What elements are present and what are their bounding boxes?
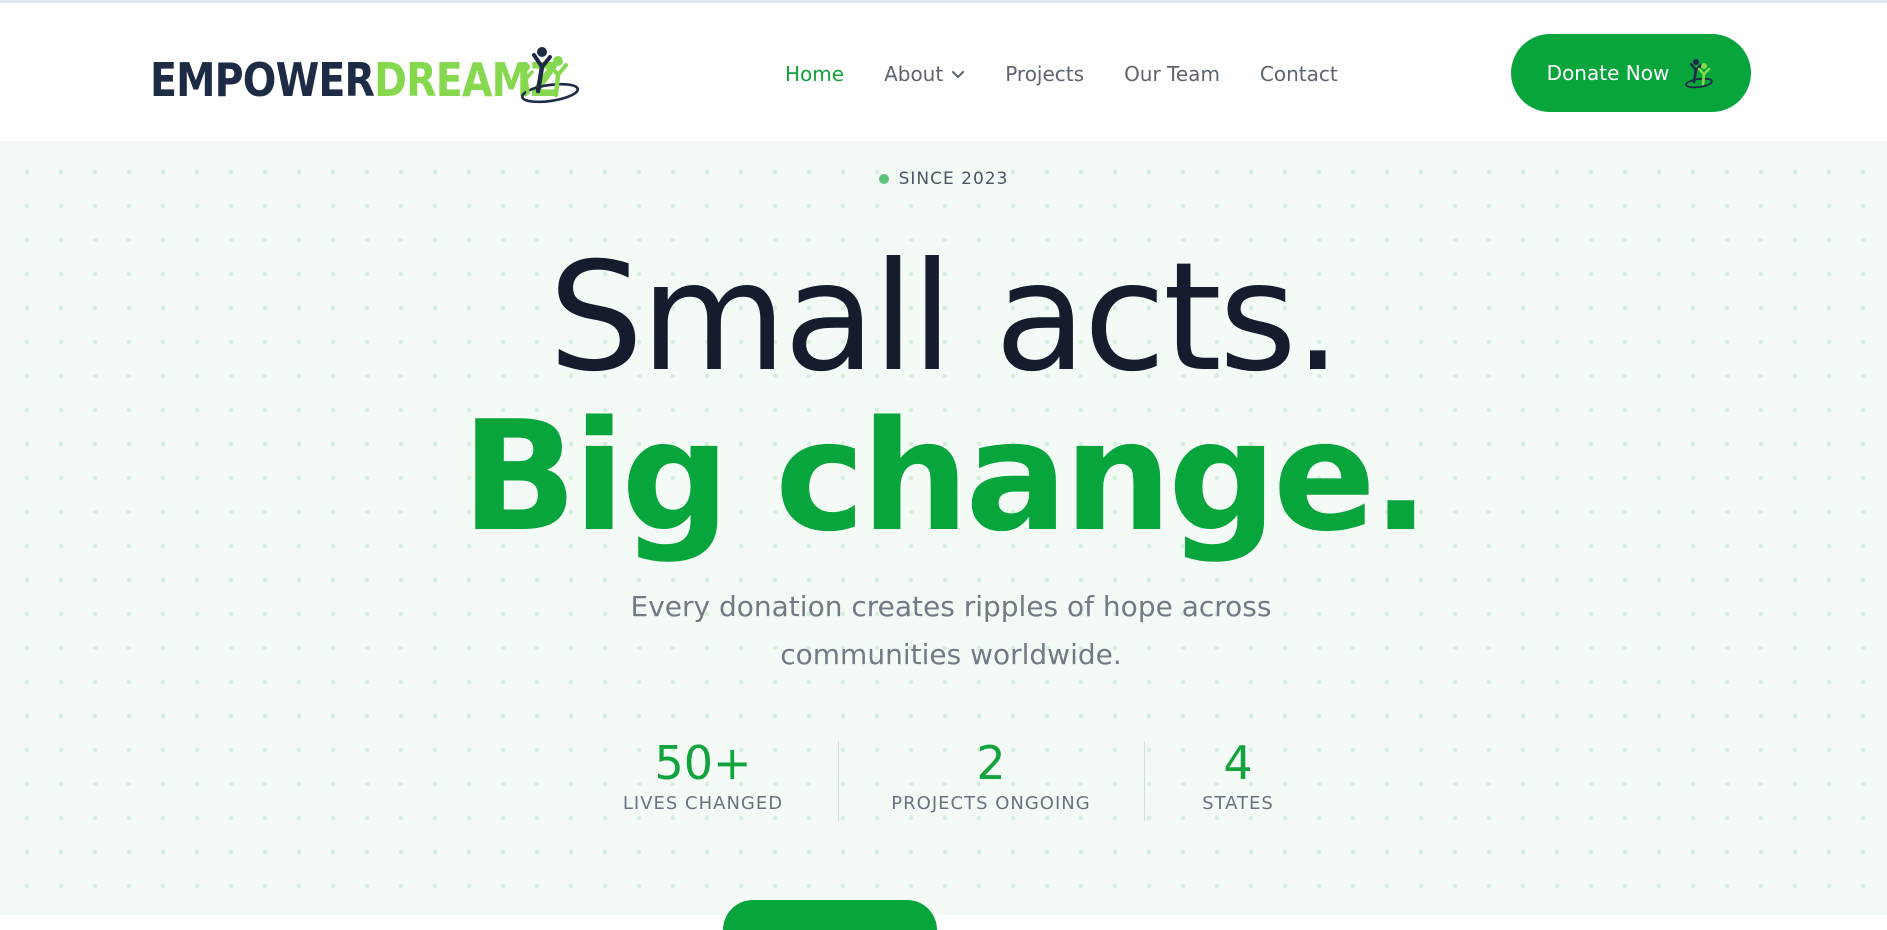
since-badge: SINCE 2023: [0, 169, 1887, 189]
hero-cta-button[interactable]: [723, 900, 937, 930]
nav-our-team[interactable]: Our Team: [1124, 59, 1220, 89]
main-nav: Home About Projects Our Team Contact: [785, 59, 1378, 89]
logo-people-icon: [519, 47, 580, 104]
people-icon: [1685, 59, 1714, 89]
hero-subtitle: Every donation creates ripples of hope a…: [630, 590, 1272, 671]
nav-about-label: About: [884, 62, 944, 86]
logo-text-empower: EMPOWER: [150, 53, 375, 107]
stat-lives-changed: 50+ LIVES CHANGED: [603, 737, 803, 817]
site-header: EMPOWERDREAMZ Home About Projects Our Te…: [0, 3, 1887, 143]
stat-value: 4: [1223, 736, 1253, 790]
status-dot-icon: [878, 174, 889, 184]
nav-projects[interactable]: Projects: [1005, 59, 1084, 89]
nav-about[interactable]: About: [884, 59, 965, 89]
stat-states: 4 STATES: [1178, 737, 1298, 817]
donate-now-button[interactable]: Donate Now: [1511, 34, 1751, 112]
stat-value: 50+: [654, 736, 752, 790]
stat-divider: [1144, 741, 1145, 821]
brand-logo[interactable]: EMPOWERDREAMZ: [150, 45, 624, 105]
logo-wordmark: EMPOWERDREAMZ: [150, 53, 559, 107]
stat-projects-ongoing: 2 PROJECTS ONGOING: [871, 737, 1111, 817]
stats-row: 50+ LIVES CHANGED 2 PROJECTS ONGOING 4 S…: [0, 737, 1887, 821]
nav-contact[interactable]: Contact: [1260, 59, 1338, 89]
hero-section: SINCE 2023 Small acts. Big change. Every…: [0, 143, 1887, 930]
hero-headline-line2: Big change.: [461, 388, 1429, 565]
chevron-down-icon: [952, 70, 965, 78]
stat-divider: [838, 741, 839, 821]
stat-value: 2: [976, 736, 1006, 790]
stat-label: LIVES CHANGED: [622, 793, 784, 814]
hero-headline-line1: Small acts.: [548, 231, 1341, 405]
nav-home[interactable]: Home: [785, 59, 844, 89]
donate-now-label: Donate Now: [1546, 61, 1670, 85]
stat-label: STATES: [1202, 793, 1274, 814]
stat-label: PROJECTS ONGOING: [891, 793, 1091, 814]
since-text: SINCE 2023: [898, 169, 1009, 189]
